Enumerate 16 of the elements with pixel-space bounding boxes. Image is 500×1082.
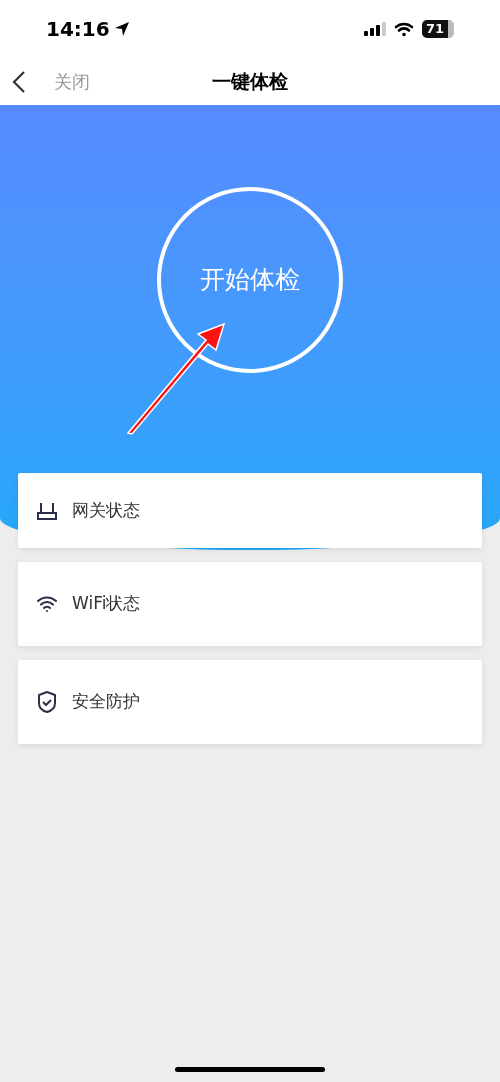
back-chevron-icon (12, 69, 26, 94)
page-title: 一键体检 (212, 69, 288, 95)
item-label: WiFi状态 (72, 592, 141, 616)
check-item-card[interactable]: 安全防护 (18, 660, 482, 744)
status-time: 14:16 (46, 16, 110, 43)
check-item-card[interactable]: 网关状态 (18, 473, 482, 548)
router-icon (37, 501, 57, 520)
item-label: 网关状态 (72, 498, 140, 522)
battery-level: 71 (421, 20, 454, 38)
item-label: 安全防护 (72, 690, 140, 714)
shield-check-icon (38, 691, 56, 713)
location-arrow-icon (113, 21, 130, 37)
signal-icon (363, 22, 386, 36)
wifi-icon (37, 596, 57, 612)
wifi-icon (393, 21, 414, 37)
check-item-card[interactable]: WiFi状态 (18, 562, 482, 646)
